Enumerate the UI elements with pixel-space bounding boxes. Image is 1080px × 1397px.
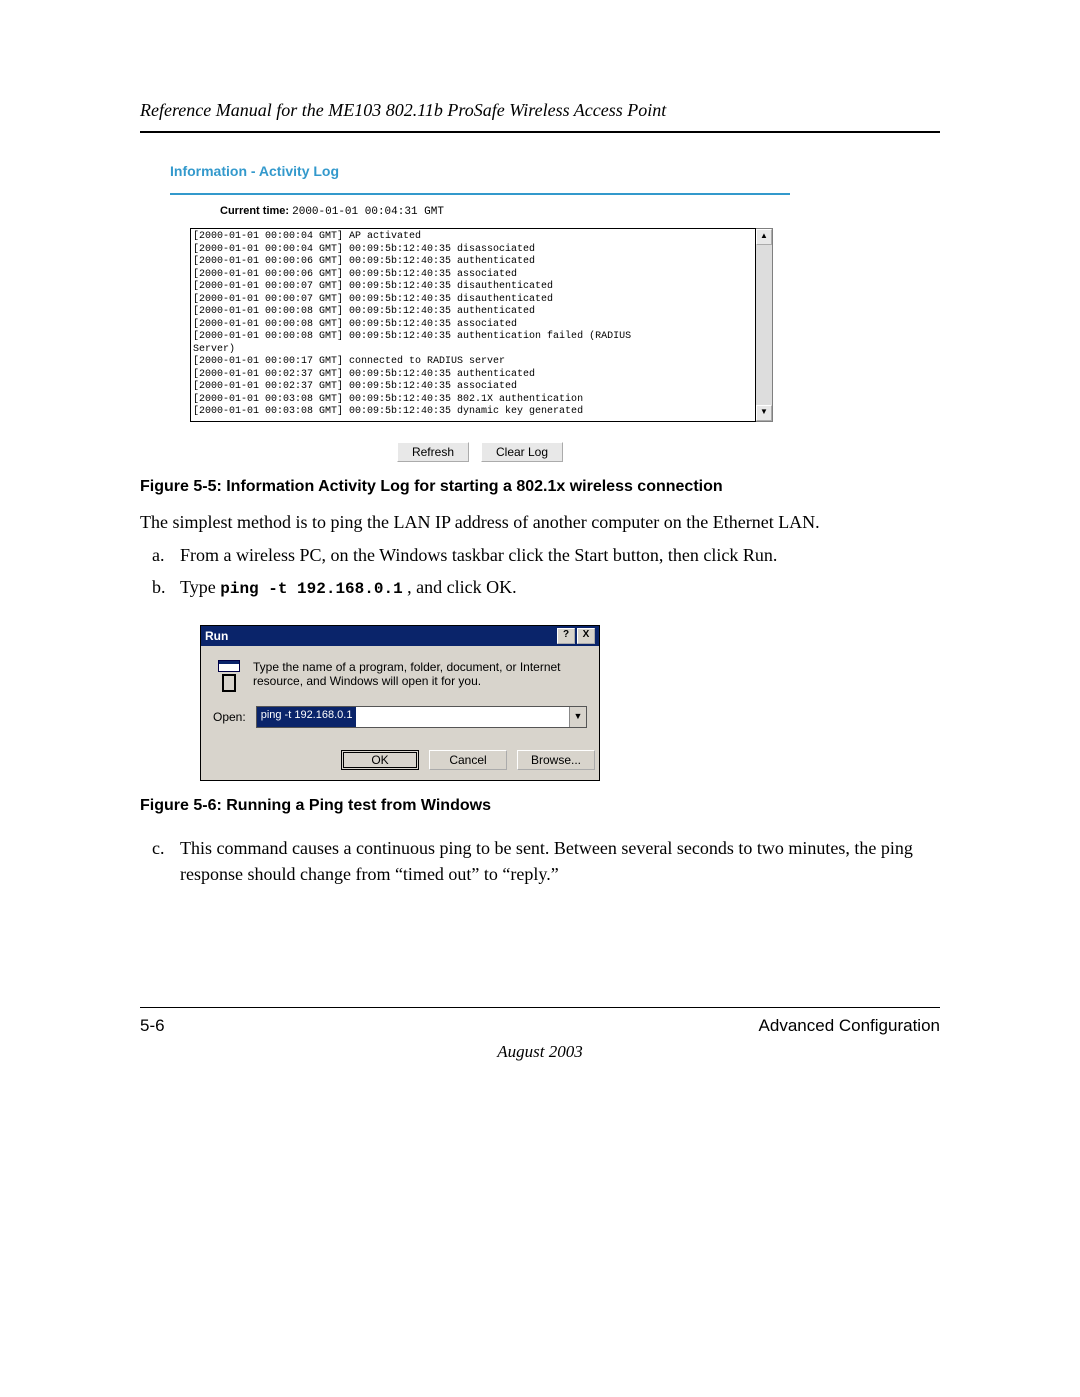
activity-log-panel: Information - Activity Log Current time:… <box>170 163 790 462</box>
clear-log-button[interactable]: Clear Log <box>481 442 563 462</box>
list-marker-a: a. <box>152 542 180 568</box>
scrollbar[interactable]: ▲ ▼ <box>756 228 773 422</box>
run-dialog-icon <box>213 660 245 692</box>
section-name: Advanced Configuration <box>759 1016 940 1036</box>
scroll-down-icon[interactable]: ▼ <box>756 405 772 421</box>
step-c-text: This command causes a continuous ping to… <box>180 835 940 887</box>
ok-button[interactable]: OK <box>341 750 419 770</box>
intro-paragraph: The simplest method is to ping the LAN I… <box>140 510 940 534</box>
step-b-text: Type ping -t 192.168.0.1 , and click OK. <box>180 574 517 601</box>
horizontal-rule <box>170 193 790 195</box>
run-dialog-description: Type the name of a program, folder, docu… <box>253 660 587 692</box>
page-number: 5-6 <box>140 1016 165 1036</box>
page-header-title: Reference Manual for the ME103 802.11b P… <box>140 100 940 133</box>
refresh-button[interactable]: Refresh <box>397 442 469 462</box>
current-time: Current time: 2000-01-01 00:04:31 GMT <box>220 205 790 218</box>
open-label: Open: <box>213 710 246 724</box>
run-dialog-title: Run <box>205 629 228 643</box>
figure-5-5-caption: Figure 5-5: Information Activity Log for… <box>140 478 940 496</box>
ping-command-code: ping -t 192.168.0.1 <box>220 580 402 598</box>
run-dialog: Run ? X Type the name of a program, fold… <box>200 625 600 781</box>
cancel-button[interactable]: Cancel <box>429 750 507 770</box>
open-input-value[interactable]: ping -t 192.168.0.1 <box>257 707 357 727</box>
chevron-down-icon[interactable]: ▼ <box>569 707 586 727</box>
current-time-label: Current time: <box>220 205 289 217</box>
figure-5-6-caption: Figure 5-6: Running a Ping test from Win… <box>140 797 940 815</box>
step-a-text: From a wireless PC, on the Windows taskb… <box>180 542 777 568</box>
run-dialog-titlebar[interactable]: Run ? X <box>201 626 599 646</box>
list-item: a. From a wireless PC, on the Windows ta… <box>152 542 940 568</box>
activity-log-textarea[interactable]: [2000-01-01 00:00:04 GMT] AP activated [… <box>190 228 756 422</box>
close-button[interactable]: X <box>577 628 595 644</box>
list-item: c. This command causes a continuous ping… <box>152 835 940 887</box>
browse-button[interactable]: Browse... <box>517 750 595 770</box>
list-marker-b: b. <box>152 574 180 601</box>
footer-date: August 2003 <box>140 1042 940 1062</box>
list-item: b. Type ping -t 192.168.0.1 , and click … <box>152 574 940 601</box>
help-button[interactable]: ? <box>557 628 575 644</box>
activity-log-title: Information - Activity Log <box>170 163 790 179</box>
open-combobox[interactable]: ping -t 192.168.0.1 ▼ <box>256 706 587 728</box>
list-marker-c: c. <box>152 835 180 887</box>
scroll-up-icon[interactable]: ▲ <box>756 229 772 245</box>
page-footer: 5-6 Advanced Configuration <box>140 1007 940 1036</box>
current-time-value: 2000-01-01 00:04:31 GMT <box>292 206 444 218</box>
